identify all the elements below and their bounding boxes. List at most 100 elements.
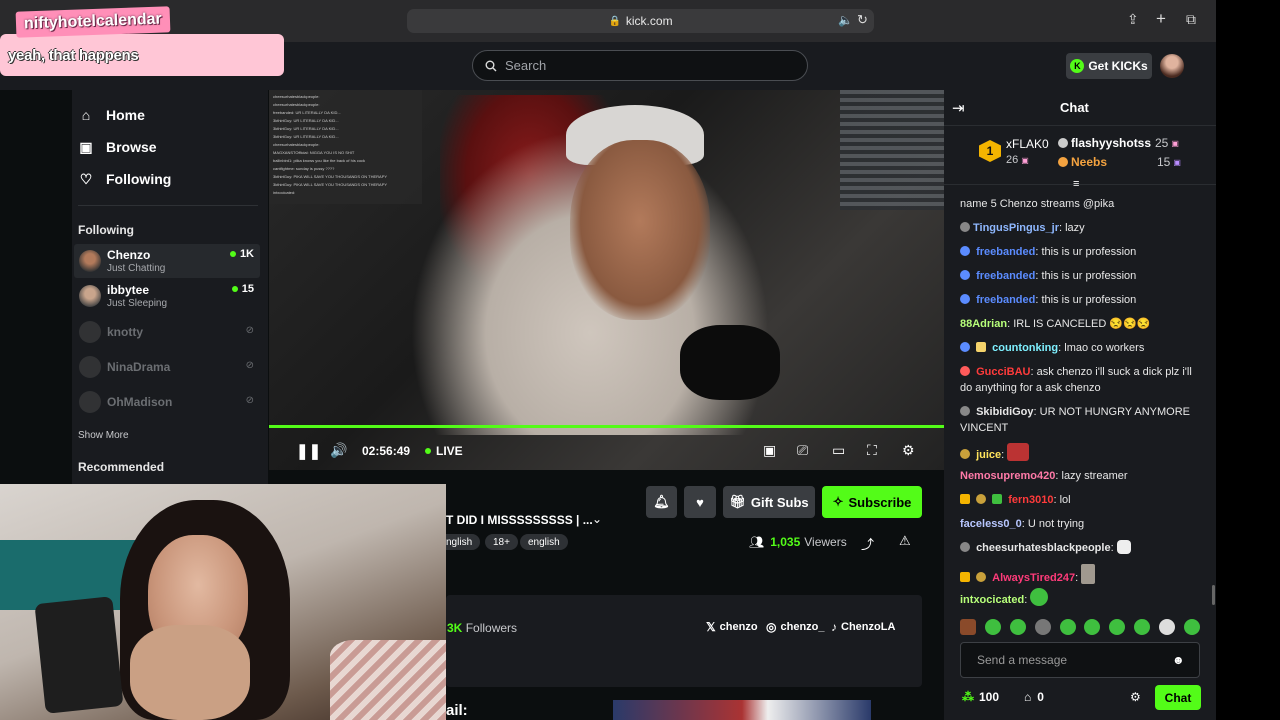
tag-chip[interactable]: nglish xyxy=(446,534,481,550)
chat-message: TingusPingus_jr: lazy xyxy=(960,220,1200,236)
avatar xyxy=(79,321,101,343)
social-instagram[interactable]: ◎ chenzo_ xyxy=(766,620,825,634)
emote-icon[interactable] xyxy=(960,619,976,635)
pause-icon[interactable]: ❚❚ xyxy=(296,442,321,460)
report-icon[interactable]: ⚠ xyxy=(899,533,911,549)
expand-leaderboard-icon[interactable]: ≡ xyxy=(1073,178,1079,190)
follow-button[interactable]: ♥ xyxy=(684,486,716,518)
clip-icon[interactable]: ⎚ xyxy=(797,442,808,459)
chevron-down-icon[interactable]: ⌄ xyxy=(592,512,602,526)
chat-message: GucciBAU: ask chenzo i'll suck a dick pl… xyxy=(960,366,1192,394)
emote-icon[interactable] xyxy=(1034,619,1051,635)
emote-icon[interactable] xyxy=(984,619,1001,635)
screen-margin xyxy=(1216,0,1280,720)
emote-icon[interactable] xyxy=(1134,619,1151,635)
emote-icon[interactable] xyxy=(1159,619,1175,635)
fullscreen-icon[interactable]: ⛶ xyxy=(867,442,877,459)
emote-icon[interactable] xyxy=(1084,619,1101,635)
address-bar[interactable]: 🔒 kick.com xyxy=(407,9,874,33)
nav-home[interactable]: ⌂ Home xyxy=(78,101,258,129)
chat-message: intxocicated: xyxy=(960,588,1200,608)
social-x[interactable]: 𝕏chenzo xyxy=(706,620,758,634)
leader-count: 26 ▣ xyxy=(1006,154,1029,166)
live-dot xyxy=(425,448,431,454)
nav-browse[interactable]: ▣ Browse xyxy=(78,133,258,161)
share-icon[interactable]: ⇪ xyxy=(1127,11,1139,28)
badge-icon xyxy=(1058,138,1068,148)
video-frame-face xyxy=(570,140,710,320)
leader-entry[interactable]: flashyyshotss xyxy=(1058,136,1151,150)
social-tiktok[interactable]: ♪ ChenzoLA xyxy=(831,620,895,634)
gift-subs-button[interactable]: 🎁︎ Gift Subs xyxy=(723,486,815,518)
following-item-ibbytee[interactable]: ibbytee Just Sleeping 15 xyxy=(74,279,260,313)
reload-icon[interactable]: ↻ xyxy=(857,12,868,28)
chat-settings-icon[interactable]: ⚙ xyxy=(1130,690,1141,704)
drops-counter[interactable]: ⌂ 0 xyxy=(1024,690,1044,704)
get-kicks-label: Get KICKs xyxy=(1088,59,1148,73)
tabs-icon[interactable]: ⧉ xyxy=(1186,11,1196,28)
viewer-count: 15 xyxy=(231,283,254,295)
user-avatar[interactable] xyxy=(1160,54,1184,78)
following-item-ohmadison[interactable]: OhMadison ⊘ xyxy=(74,385,260,419)
emote-icon[interactable] xyxy=(1009,619,1026,635)
gift-icon: ▣ xyxy=(1021,155,1029,165)
heart-icon: ♥ xyxy=(696,494,704,510)
show-more-link[interactable]: Show More xyxy=(78,430,129,441)
video-frame-microphone xyxy=(680,325,780,400)
chat-message-input[interactable] xyxy=(977,653,1172,667)
following-item-ninadrama[interactable]: NinaDrama ⊘ xyxy=(74,350,260,384)
tag-chip[interactable]: 18+ xyxy=(485,534,518,550)
sticker-username: niftyhotelcalendar xyxy=(15,6,171,38)
emote-bar xyxy=(960,619,1200,637)
avatar xyxy=(79,250,101,272)
search-input[interactable] xyxy=(505,58,785,73)
sticker-caption: yeah, that happens xyxy=(0,34,284,76)
leader-name[interactable]: xFLAK0 xyxy=(1006,137,1049,151)
channel-points[interactable]: ⁂ 100 xyxy=(962,690,999,704)
webcam-phone xyxy=(34,596,124,714)
emote-icon[interactable] xyxy=(1183,619,1200,635)
collapse-chat-icon[interactable]: ⇥ xyxy=(952,99,965,117)
progress-bar[interactable] xyxy=(269,425,944,428)
theater-mode-icon[interactable]: ▭ xyxy=(832,442,845,459)
emoji-picker-icon[interactable]: ☻ xyxy=(1172,653,1185,667)
leader-entry[interactable]: Neebs xyxy=(1058,155,1107,169)
miniplayer-icon[interactable]: ▣ xyxy=(763,442,776,459)
overlay-chat-line: intxocicated: xyxy=(273,190,296,195)
notifications-button[interactable]: 🔔︎ xyxy=(646,486,677,518)
volume-icon[interactable]: 🔊 xyxy=(330,442,347,459)
mute-icon[interactable]: 🔈 xyxy=(838,13,853,27)
settings-gear-icon[interactable]: ⚙ xyxy=(902,442,915,459)
share-icon[interactable]: ⤴ xyxy=(861,534,874,553)
live-dot xyxy=(229,251,236,257)
chat-message: SkibidiGoy: UR NOT HUNGRY ANYMORE VINCEN… xyxy=(960,406,1191,434)
badge-icon xyxy=(960,542,970,552)
chat-message: juice: xyxy=(960,443,1200,463)
x-icon: 𝕏 xyxy=(706,620,716,634)
emote-icon[interactable] xyxy=(1059,619,1076,635)
send-chat-button[interactable]: Chat xyxy=(1155,685,1201,710)
new-tab-icon[interactable]: + xyxy=(1156,9,1166,29)
points-icon: ⁂ xyxy=(962,690,974,704)
get-kicks-button[interactable]: K Get KICKs xyxy=(1066,53,1152,79)
drops-icon: ⌂ xyxy=(1024,690,1032,704)
people-icon: 👥︎ xyxy=(749,535,765,549)
following-item-chenzo[interactable]: Chenzo Just Chatting 1K xyxy=(74,244,260,278)
chat-input-box[interactable]: ☻ xyxy=(960,642,1200,678)
avatar xyxy=(79,356,101,378)
subscribe-button[interactable]: ✧ Subscribe xyxy=(822,486,922,518)
badge-icon xyxy=(960,366,970,376)
tag-chip[interactable]: english xyxy=(520,534,568,550)
search-bar[interactable] xyxy=(472,50,808,81)
nav-following[interactable]: ♡ Following xyxy=(78,165,258,193)
emote-icon[interactable] xyxy=(1109,619,1126,635)
channel-category: Just Chatting xyxy=(107,263,166,274)
following-item-knotty[interactable]: knotty ⊘ xyxy=(74,315,260,349)
badge-icon xyxy=(1058,157,1068,167)
badge-icon xyxy=(960,270,970,280)
overlay-chat-line: 3kthirtGuy: UR LITERALLY DA KID... xyxy=(273,134,339,139)
chat-scrollbar[interactable] xyxy=(1212,585,1215,605)
viewer-count: 👥︎ 1,035 Viewers xyxy=(749,535,847,549)
overlay-chat-line: cantfightme: sunday is pussy ???? xyxy=(273,166,335,171)
gift-icon: ▣ xyxy=(1173,157,1181,167)
